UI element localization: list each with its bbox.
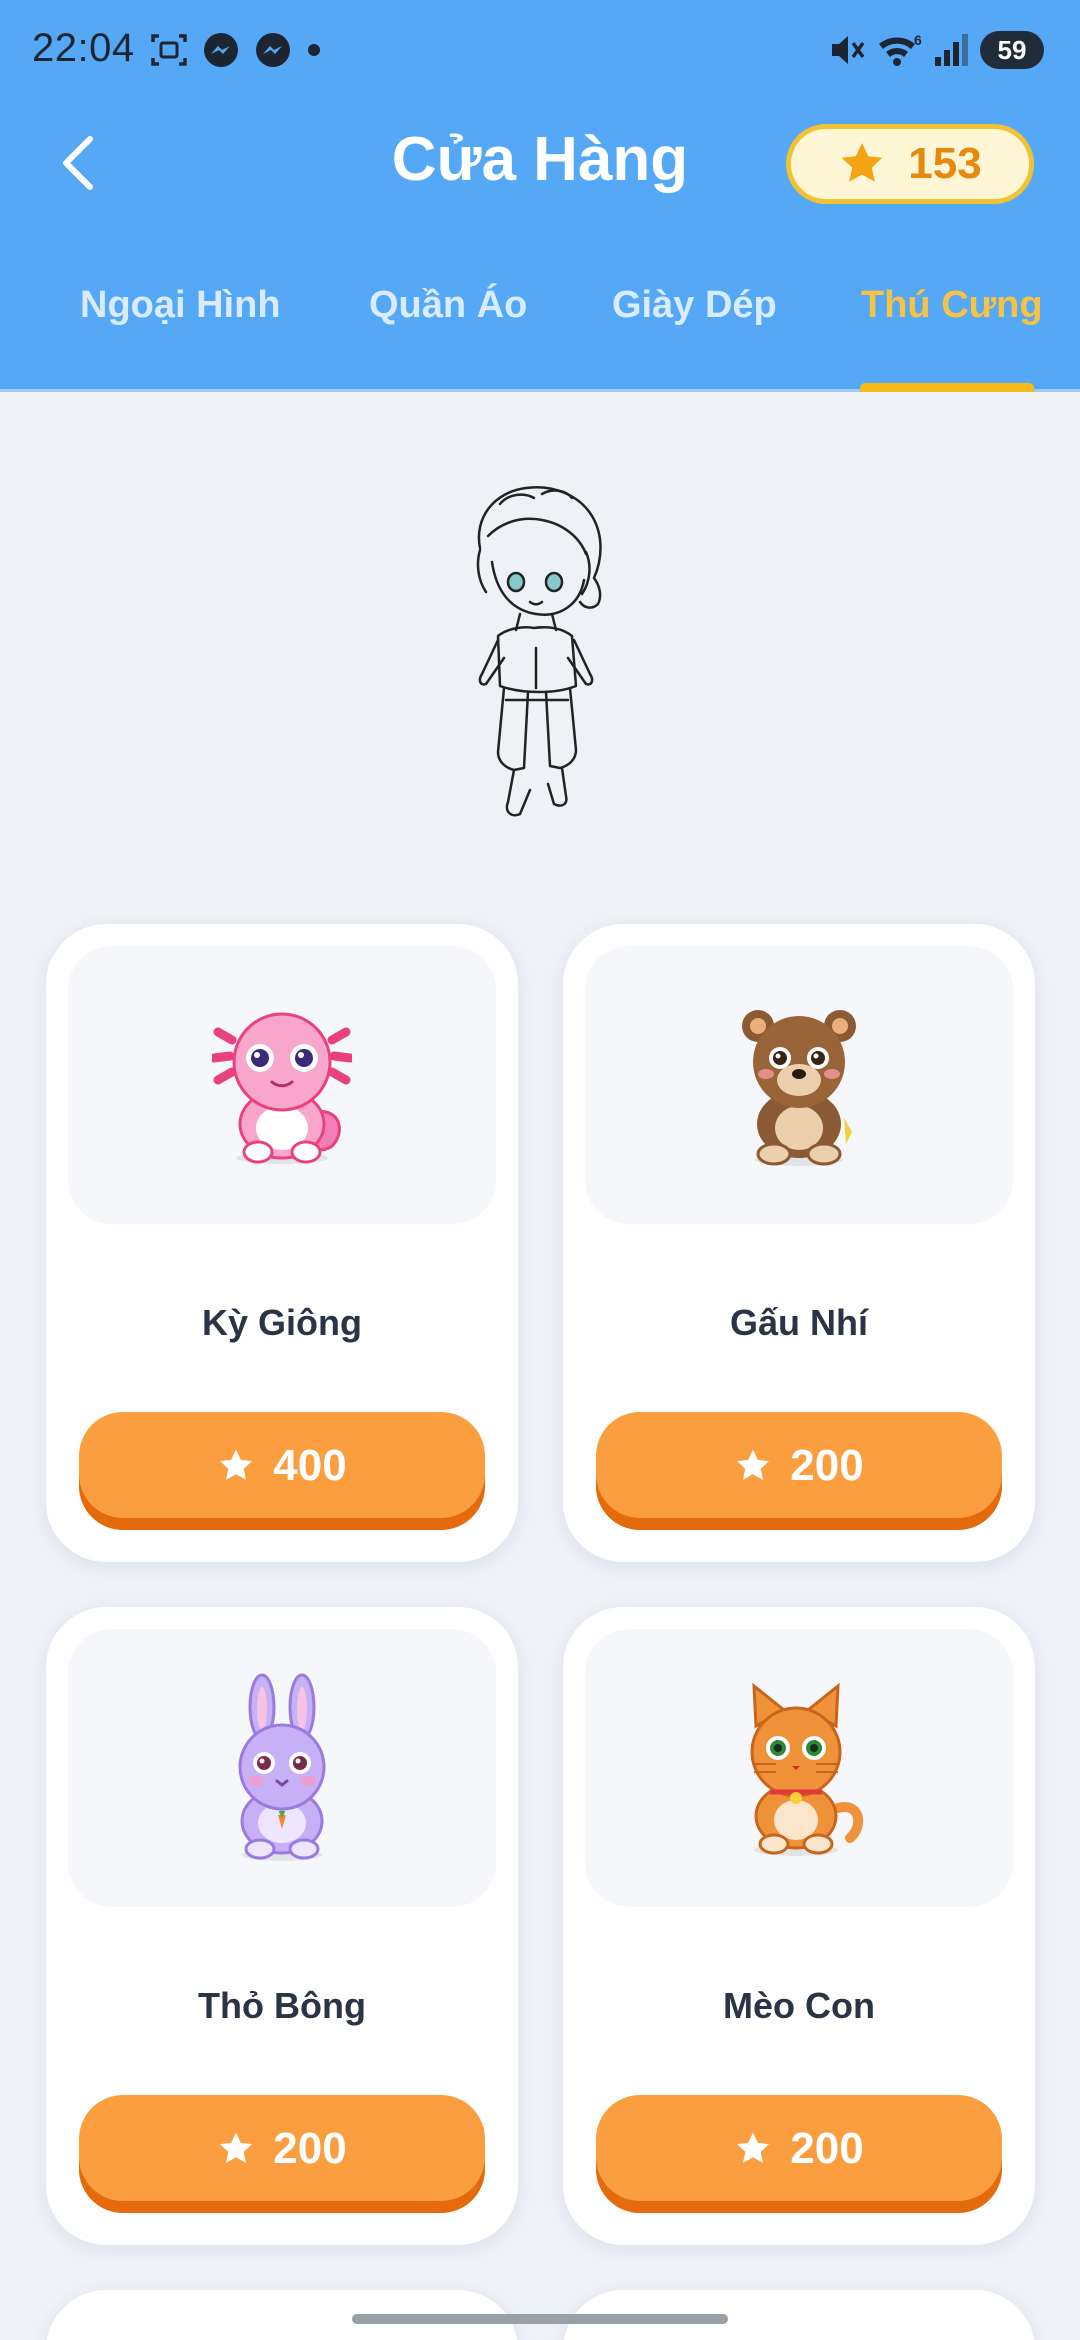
status-time: 22:04 — [32, 26, 135, 70]
signal-icon — [935, 34, 968, 66]
screenshot-icon — [151, 34, 187, 66]
pet-name: Gấu Nhí — [729, 1302, 868, 1343]
buy-button[interactable]: 200 — [79, 2095, 485, 2213]
messenger-icon — [204, 33, 238, 67]
home-indicator[interactable] — [352, 2314, 728, 2324]
buy-button[interactable]: 200 — [596, 1412, 1002, 1530]
pet-price: 200 — [790, 1441, 864, 1490]
battery-indicator: 59 — [980, 31, 1044, 69]
star-icon — [220, 1449, 253, 1480]
tab-quan-ao[interactable]: Quần Áo — [369, 284, 527, 327]
system-icons: 6 59 — [828, 28, 1044, 72]
category-tabs: Ngoại Hình Quần Áo Giày Dép Thú Cưng — [0, 270, 1080, 392]
messenger-icon — [256, 33, 290, 67]
active-tab-indicator — [860, 383, 1034, 392]
avatar-preview — [476, 485, 602, 817]
svg-text:6: 6 — [914, 32, 922, 48]
pet-name: Kỳ Giông — [202, 1302, 362, 1343]
cat-pet-icon — [750, 1682, 863, 1856]
bear-pet-icon — [742, 1010, 856, 1166]
pet-image — [585, 1629, 1013, 1907]
buy-button[interactable]: 400 — [79, 1412, 485, 1530]
pet-card-meo-con[interactable]: Mèo Con 200 — [563, 1607, 1035, 2245]
wifi-icon: 6 — [879, 32, 922, 66]
pet-card-gau-nhi[interactable]: Gấu Nhí 200 — [563, 924, 1035, 1562]
buy-button[interactable]: 200 — [596, 2095, 1002, 2213]
notification-icons — [150, 30, 322, 70]
pet-price: 200 — [790, 2124, 864, 2173]
tab-ngoai-hinh[interactable]: Ngoại Hình — [80, 284, 281, 327]
tab-giay-dep[interactable]: Giày Dép — [612, 284, 777, 327]
star-icon — [220, 2132, 253, 2163]
coin-count: 153 — [908, 139, 982, 188]
app-header: 22:04 6 59 Cửa Hàng 153 Ngoại Hình Quần … — [0, 0, 1080, 392]
pet-name: Thỏ Bông — [198, 1985, 366, 2026]
pet-card-tho-bong[interactable]: Thỏ Bông 200 — [46, 1607, 518, 2245]
tab-thu-cung[interactable]: Thú Cưng — [861, 284, 1043, 327]
mute-icon — [832, 36, 865, 64]
bunny-pet-icon — [238, 1673, 326, 1861]
coin-balance[interactable]: 153 — [786, 124, 1034, 204]
star-icon — [737, 1449, 770, 1480]
star-icon — [737, 2132, 770, 2163]
dot-icon — [308, 44, 320, 56]
pet-image — [68, 946, 496, 1224]
star-icon — [841, 143, 883, 182]
pet-image — [68, 1629, 496, 1907]
pet-price: 200 — [273, 2124, 347, 2173]
pet-name: Mèo Con — [723, 1985, 875, 2026]
pet-price: 400 — [273, 1441, 347, 1490]
pet-card-ky-giong[interactable]: Kỳ Giông 400 — [46, 924, 518, 1562]
pet-image — [585, 946, 1013, 1224]
axolotl-pet-icon — [212, 1012, 352, 1164]
status-bar: 22:04 6 59 — [0, 0, 1080, 100]
